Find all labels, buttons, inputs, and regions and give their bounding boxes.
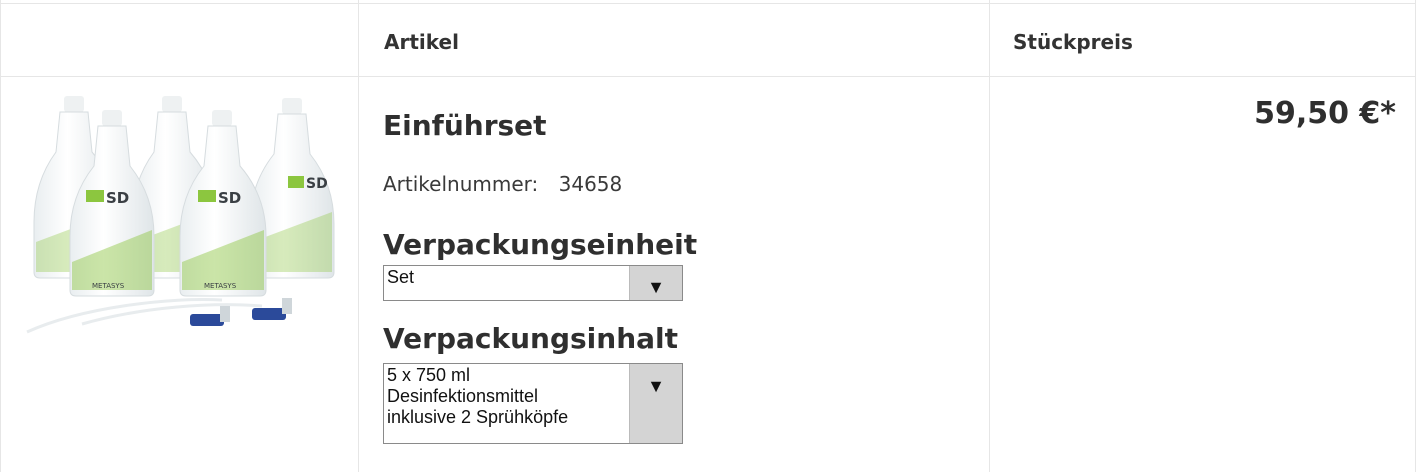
svg-text:METASYS: METASYS (92, 282, 125, 290)
packaging-content-line: inklusive 2 Sprühköpfe (387, 407, 569, 427)
header-article: Artikel (384, 30, 459, 54)
svg-text:METASYS: METASYS (204, 282, 237, 290)
packaging-unit-select[interactable]: Set ▼ (383, 265, 683, 301)
article-number: Artikelnummer: 34658 (383, 172, 622, 196)
svg-text:SD: SD (106, 189, 129, 207)
packaging-content-line: Desinfektionsmittel (387, 386, 539, 406)
packaging-content-select[interactable]: 5 x 750 ml Desinfektionsmittel inklusive… (383, 363, 683, 444)
article-number-value: 34658 (558, 172, 623, 196)
article-number-label: Artikelnummer: (383, 172, 539, 196)
packaging-unit-value: Set (387, 267, 415, 287)
packaging-content-line: 5 x 750 ml (387, 365, 471, 385)
header-unit-price: Stückpreis (1013, 30, 1133, 54)
spray-head-right (252, 298, 292, 320)
packaging-content-dropdown-button[interactable]: ▼ (629, 364, 682, 443)
column-divider (358, 0, 359, 472)
packaging-content-value: 5 x 750 ml Desinfektionsmittel inklusive… (387, 365, 568, 428)
product-bottles-illustration: SD SD METASYS SD METASYS (26, 96, 335, 334)
header-divider (0, 76, 1416, 77)
packaging-content-label: Verpackungsinhalt (383, 322, 679, 355)
chevron-down-icon: ▼ (647, 277, 665, 297)
product-name[interactable]: Einführset (383, 109, 547, 142)
chevron-down-icon: ▼ (647, 376, 665, 396)
svg-text:SD: SD (306, 176, 328, 192)
unit-price: 59,50 €* (1254, 96, 1396, 131)
bottle-front-center: SD METASYS (179, 110, 267, 297)
packaging-unit-dropdown-button[interactable]: ▼ (629, 266, 682, 300)
svg-text:SD: SD (218, 189, 241, 207)
packaging-unit-label: Verpackungseinheit (383, 228, 698, 261)
product-image[interactable]: SD SD METASYS SD METASYS (22, 92, 342, 342)
table-border-top (0, 3, 1416, 4)
column-divider (989, 0, 990, 472)
product-table: Artikel Stückpreis SD SD METASYS SD META… (0, 0, 1416, 472)
spray-head-left (190, 306, 230, 326)
table-border-left (0, 0, 1, 472)
